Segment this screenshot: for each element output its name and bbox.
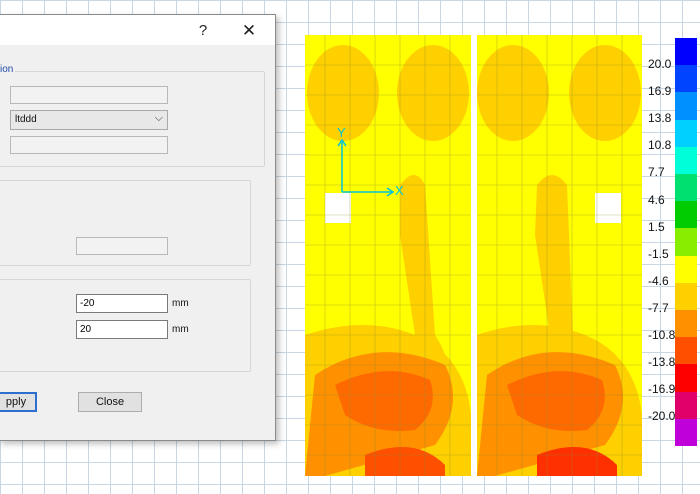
chevron-down-icon[interactable]: ⌵ — [155, 112, 163, 125]
disabled-field — [76, 237, 168, 255]
axis-x-label: X — [395, 183, 404, 198]
legend-label: 13.8 — [648, 111, 672, 126]
legend-label: -7.7 — [648, 300, 669, 315]
min-unit: mm — [172, 298, 189, 309]
help-button[interactable]: ? — [192, 21, 214, 41]
close-button[interactable]: Close — [78, 392, 142, 412]
legend-label: -13.8 — [648, 355, 676, 370]
contour-zone — [397, 45, 469, 141]
contour-zone — [569, 45, 641, 141]
slab-opening — [595, 193, 621, 223]
legend-label: 7.7 — [648, 165, 665, 180]
disabled-field — [10, 136, 168, 154]
section-group-2 — [0, 180, 251, 266]
legend-label: 4.6 — [648, 192, 665, 207]
max-value-input[interactable]: 20 — [76, 320, 168, 339]
max-unit: mm — [172, 324, 189, 335]
contour-plot-svg — [305, 35, 642, 476]
section-group-3: -20 mm 20 mm — [0, 279, 251, 372]
close-icon[interactable]: ✕ — [235, 20, 263, 42]
contour-zone — [477, 45, 549, 141]
result-dropdown-value: ltddd — [15, 114, 37, 125]
legend-label: 10.8 — [648, 138, 672, 153]
legend-label: 1.5 — [648, 219, 665, 234]
apply-button[interactable]: pply — [0, 392, 37, 412]
slab-gap — [471, 35, 477, 476]
group-caption: ion — [0, 64, 16, 75]
dialog-window: ? ✕ ion ltddd ⌵ -20 mm 20 mm pply Close — [0, 14, 276, 441]
slab-opening — [325, 193, 351, 223]
disabled-field — [10, 86, 168, 104]
axis-y-label: Y — [337, 125, 346, 140]
legend-label: -20.0 — [648, 409, 676, 424]
legend-label: -16.9 — [648, 382, 676, 397]
legend-label: -1.5 — [648, 246, 669, 261]
section-group-1: ion ltddd ⌵ — [0, 64, 265, 167]
min-value-input[interactable]: -20 — [76, 294, 168, 313]
dialog-titlebar: ? ✕ — [0, 15, 275, 45]
legend-label: 16.9 — [648, 84, 672, 99]
legend-label: -4.6 — [648, 273, 669, 288]
legend-label: 20.0 — [648, 57, 672, 71]
contour-plot[interactable]: Y X — [305, 35, 650, 476]
result-dropdown[interactable]: ltddd ⌵ — [10, 110, 168, 130]
legend-label: -10.8 — [648, 328, 676, 342]
